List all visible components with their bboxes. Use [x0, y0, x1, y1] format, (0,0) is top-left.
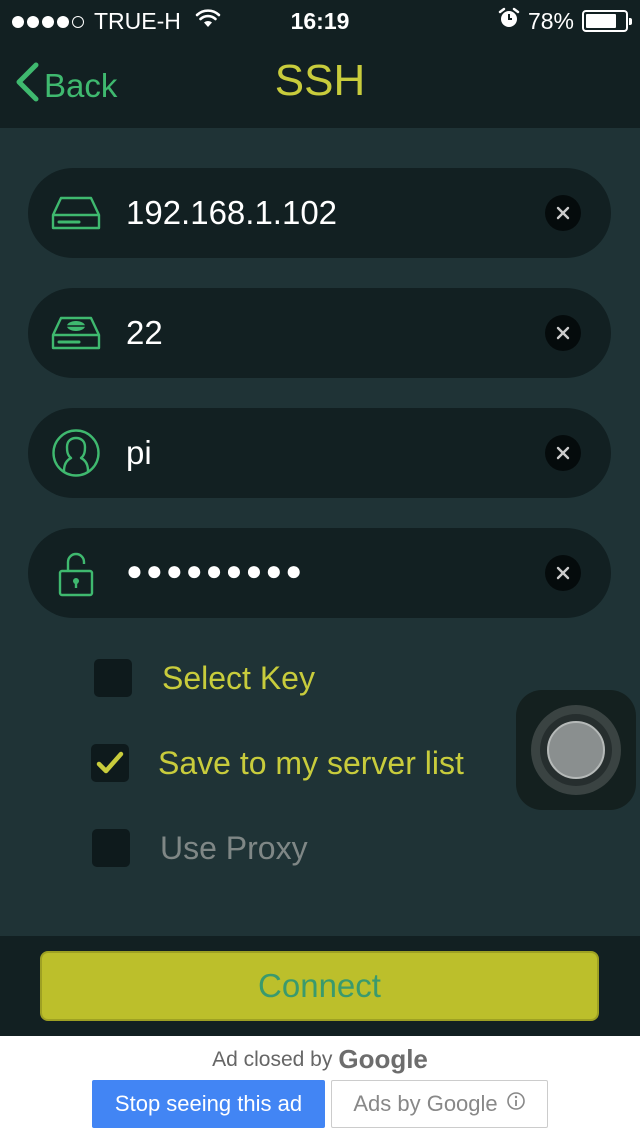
close-icon	[556, 326, 570, 340]
user-icon	[50, 429, 102, 477]
lock-open-icon	[50, 549, 102, 597]
ads-by-google-button[interactable]: Ads by Google	[331, 1080, 548, 1128]
drive-icon	[50, 309, 102, 357]
ad-closed-label: Ad closed by	[212, 1047, 333, 1071]
close-icon	[556, 566, 570, 580]
nav-bar: Back SSH	[0, 40, 640, 128]
select-key-label: Select Key	[162, 659, 315, 696]
status-right: 78%	[498, 7, 632, 35]
server-icon	[50, 189, 102, 237]
page-title: SSH	[274, 56, 366, 105]
save-server-label: Save to my server list	[158, 744, 464, 781]
host-field[interactable]: 192.168.1.102	[28, 168, 611, 258]
use-proxy-checkbox[interactable]	[92, 829, 130, 867]
checkmark-icon	[96, 751, 124, 774]
status-bar: TRUE-H 16:19 78%	[0, 0, 640, 40]
port-input[interactable]: 22	[126, 312, 163, 354]
close-icon	[556, 446, 570, 460]
host-input[interactable]: 192.168.1.102	[126, 192, 337, 234]
user-field[interactable]: pi	[28, 408, 611, 498]
battery-icon	[582, 10, 632, 32]
use-proxy-option[interactable]: Use Proxy	[92, 829, 308, 867]
clear-host-button[interactable]	[545, 195, 581, 231]
use-proxy-label: Use Proxy	[160, 829, 308, 866]
close-icon	[556, 206, 570, 220]
google-logo: Google	[338, 1044, 428, 1074]
save-server-option[interactable]: Save to my server list	[91, 744, 464, 782]
battery-fill	[586, 14, 616, 28]
save-server-checkbox[interactable]	[91, 744, 129, 782]
ads-by-google-label: Ads by Google	[353, 1091, 498, 1116]
bottom-bar: Connect	[0, 936, 640, 1036]
ad-closed-text: Ad closed by Google	[0, 1044, 640, 1075]
clear-port-button[interactable]	[545, 315, 581, 351]
username-input[interactable]: pi	[126, 432, 152, 474]
clear-password-button[interactable]	[545, 555, 581, 591]
clear-username-button[interactable]	[545, 435, 581, 471]
alarm-icon	[498, 7, 520, 35]
ad-banner: Ad closed by Google Stop seeing this ad …	[0, 1036, 640, 1136]
battery-percent: 78%	[527, 7, 574, 34]
connect-button[interactable]: Connect	[40, 951, 599, 1021]
select-key-option[interactable]: Select Key	[94, 659, 315, 697]
password-field[interactable]: ●●●●●●●●●	[28, 528, 611, 618]
stop-seeing-ad-button[interactable]: Stop seeing this ad	[92, 1080, 325, 1128]
assistive-touch-button[interactable]	[516, 690, 636, 810]
port-field[interactable]: 22	[28, 288, 611, 378]
info-icon	[506, 1091, 526, 1117]
select-key-checkbox[interactable]	[94, 659, 132, 697]
password-input[interactable]: ●●●●●●●●●	[126, 550, 305, 592]
